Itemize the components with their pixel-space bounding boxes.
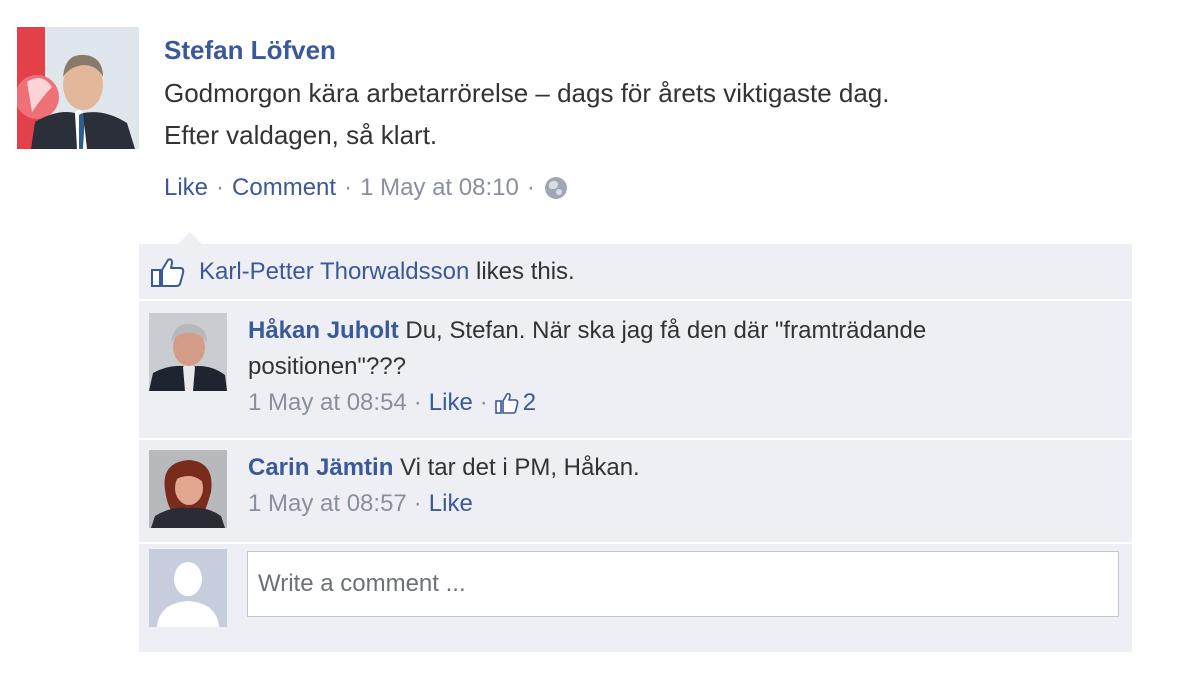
comment-item: Carin Jämtin Vi tar det i PM, Håkan. 1 M… <box>139 440 1132 542</box>
separator-dot: · <box>479 389 488 416</box>
post-actions: Like · Comment · 1 May at 08:10 · <box>164 170 1144 206</box>
comment-text: Du, Stefan. När ska jag få den där "fram… <box>405 317 927 344</box>
separator-dot: · <box>216 174 225 201</box>
comment-like-count[interactable]: 2 <box>523 385 536 421</box>
post-body: Stefan Löfven Godmorgon kära arbetarröre… <box>164 30 1144 206</box>
post-author-name[interactable]: Stefan Löfven <box>164 30 336 70</box>
comment-text: Vi tar det i PM, Håkan. <box>400 454 640 481</box>
post-author-avatar[interactable] <box>17 27 139 149</box>
comment-meta: 1 May at 08:54 · Like · 2 <box>248 385 1108 421</box>
separator-dot: · <box>413 389 422 416</box>
commenter-name[interactable]: Håkan Juholt <box>248 317 399 344</box>
separator-dot: · <box>413 490 422 517</box>
globe-icon[interactable] <box>544 177 567 199</box>
separator-dot: · <box>526 174 535 201</box>
comment-like-link[interactable]: Like <box>429 486 473 522</box>
likes-summary: Karl-Petter Thorwaldsson likes this. <box>139 244 1132 299</box>
thumbs-up-icon <box>494 392 519 414</box>
ufi-nub <box>178 232 202 244</box>
post-text: Godmorgon kära arbetarrörelse – dags för… <box>164 72 1124 156</box>
commenter-avatar[interactable] <box>149 450 227 528</box>
liker-name[interactable]: Karl-Petter Thorwaldsson <box>199 258 469 286</box>
comment-body: Carin Jämtin Vi tar det i PM, Håkan. 1 M… <box>248 450 1108 522</box>
comment-item: Håkan Juholt Du, Stefan. När ska jag få … <box>139 301 1132 438</box>
comment-meta: 1 May at 08:57 · Like <box>248 486 1108 522</box>
like-link[interactable]: Like <box>164 170 208 206</box>
commenter-name[interactable]: Carin Jämtin <box>248 454 393 481</box>
avatar-image <box>149 313 227 391</box>
comment-body: Håkan Juholt Du, Stefan. När ska jag få … <box>248 313 1108 421</box>
avatar-image <box>17 27 139 149</box>
comment-text-continued: positionen"??? <box>248 353 406 380</box>
comment-timestamp[interactable]: 1 May at 08:54 <box>248 385 407 421</box>
thumbs-up-icon <box>151 257 185 287</box>
comment-timestamp[interactable]: 1 May at 08:57 <box>248 486 407 522</box>
write-comment-input[interactable] <box>247 551 1119 617</box>
default-user-silhouette-icon <box>149 549 227 627</box>
avatar-image <box>149 450 227 528</box>
separator-dot: · <box>344 174 353 201</box>
post-text-line-1: Godmorgon kära arbetarrörelse – dags för… <box>164 78 890 108</box>
current-user-avatar <box>149 549 227 627</box>
likes-suffix: likes this. <box>476 257 575 285</box>
comments-section: Karl-Petter Thorwaldsson likes this. Håk… <box>139 244 1132 652</box>
comment-like-link[interactable]: Like <box>429 385 473 421</box>
divider <box>139 542 1132 544</box>
commenter-avatar[interactable] <box>149 313 227 391</box>
comment-link[interactable]: Comment <box>232 170 336 206</box>
post-timestamp[interactable]: 1 May at 08:10 <box>360 170 519 206</box>
post-text-line-2: Efter valdagen, så klart. <box>164 120 438 150</box>
